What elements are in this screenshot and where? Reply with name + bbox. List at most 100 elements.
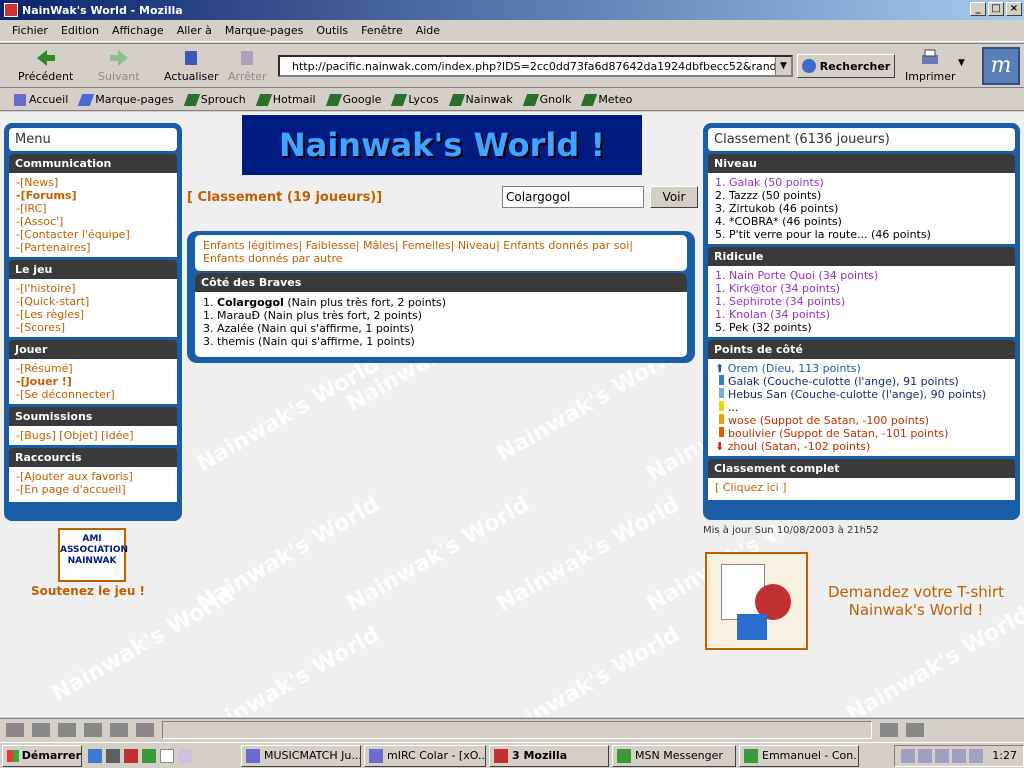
category-links-line1[interactable]: Enfants légitimes| Faiblesse| Mâles| Fem… [203,239,679,252]
link-regles[interactable]: -[Les règles] [16,308,170,321]
search-button[interactable]: Rechercher [797,54,895,78]
bookmark-meteo[interactable]: Meteo [581,93,632,106]
close-button[interactable]: × [1006,2,1022,16]
maximize-button[interactable]: □ [988,2,1004,16]
quicklaunch-icon[interactable] [124,748,138,763]
link-quick-start[interactable]: -[Quick-start] [16,295,170,308]
bookmark-nainwak[interactable]: Nainwak [448,93,513,106]
reload-button[interactable]: Actualiser [164,48,219,83]
classement-link[interactable]: [ Classement (19 joueurs)] [187,190,382,205]
link-bugs-objet-idee[interactable]: -[Bugs] [Objet] [Idée] [16,429,170,442]
link-contacter[interactable]: -[Contacter l'équipe] [16,228,170,241]
url-dropdown-button[interactable]: ▼ [775,57,791,75]
system-tray: 1:27 [894,744,1024,767]
section-ridicule: Ridicule [708,247,1015,266]
link-jouer[interactable]: -[Jouer !] [16,375,170,388]
tray-icon[interactable] [935,748,950,763]
banner: Nainwak's World ! [242,115,642,175]
bookmark-lycos[interactable]: Lycos [391,93,439,106]
menu-title: Menu [9,128,177,151]
support-link[interactable]: Soutenez le jeu ! [31,584,145,598]
task-musicmatch[interactable]: MUSICMATCH Ju... [241,744,361,767]
list-item[interactable]: 1. Nain Porte Quoi (34 points) [715,269,1008,282]
stop-button[interactable]: Arrêter [228,48,267,83]
quicklaunch-icon[interactable] [142,748,156,763]
print-button[interactable]: Imprimer [905,48,956,83]
tray-icon[interactable] [918,748,933,763]
list-item[interactable]: ⬇ zhoul (Satan, -102 points) [715,440,1008,453]
dom-inspector-icon[interactable] [136,723,154,737]
watermark: Nainwak's World [47,582,239,707]
link-irc[interactable]: -[IRC] [16,202,170,215]
list-item[interactable]: wose (Suppot de Satan, -100 points) [715,414,1008,427]
bookmark-marque-pages[interactable]: Marque-pages [78,93,174,106]
section-communication: Communication [9,154,177,173]
list-item[interactable]: 1. Knolan (34 points) [715,308,1008,321]
assoc-logo[interactable]: AMI ASSOCIATION NAINWAK [58,528,128,582]
windows-logo-icon [7,749,19,762]
menu-aller[interactable]: Aller à [177,24,212,37]
quicklaunch-icon[interactable] [178,748,192,763]
list-item[interactable]: 1. Sephirote (34 points) [715,295,1008,308]
category-links-line2[interactable]: Enfants donnés par autre [203,252,679,265]
quicklaunch-icon[interactable] [106,748,120,763]
link-forums[interactable]: -[Forums] [16,189,170,202]
ranking-panel: Enfants légitimes| Faiblesse| Mâles| Fem… [187,231,695,363]
back-button[interactable]: Précédent [18,48,73,83]
voir-button[interactable]: Voir [650,186,698,208]
start-button[interactable]: Démarrer [2,744,82,767]
player-search-input[interactable] [502,186,644,208]
bookmark-accueil[interactable]: Accueil [14,93,68,106]
task-emmanuel[interactable]: Emmanuel - Con... [739,744,859,767]
list-item[interactable]: ⬆ Orem (Dieu, 113 points) [715,362,1008,375]
irc-icon[interactable] [110,723,128,737]
updated-text: Mis à jour Sun 10/08/2003 à 21h52 [703,525,879,536]
list-item[interactable]: 1. Kirk@tor (34 points) [715,282,1008,295]
link-assoc[interactable]: -[Assoc'] [16,215,170,228]
tray-icon[interactable] [901,748,916,763]
list-item[interactable]: Galak (Couche-culotte (l'ange), 91 point… [715,375,1008,388]
tray-icon[interactable] [969,748,984,763]
print-dropdown-icon[interactable]: ▼ [958,58,965,68]
navigator-icon[interactable] [6,723,24,737]
forward-arrow-icon [109,50,128,66]
task-mirc[interactable]: mIRC Colar - [xO... [364,744,486,767]
link-deconnecter[interactable]: -[Se déconnecter] [16,388,170,401]
quicklaunch-icon[interactable] [160,748,174,763]
composer-icon[interactable] [58,723,76,737]
link-ajouter-favoris[interactable]: -[Ajouter aux favoris] [16,470,170,483]
menu-fichier[interactable]: Fichier [12,24,48,37]
task-msn[interactable]: MSN Messenger [612,744,736,767]
menu-outils[interactable]: Outils [316,24,348,37]
url-input[interactable]: http://pacific.nainwak.com/index.php?IDS… [278,55,793,77]
minimize-button[interactable]: _ [970,2,986,16]
menu-affichage[interactable]: Affichage [112,24,164,37]
menu-edition[interactable]: Edition [61,24,99,37]
link-histoire[interactable]: -[l'histoire] [16,282,170,295]
task-mozilla[interactable]: 3 Mozilla [489,744,609,767]
link-scores[interactable]: -[Scores] [16,321,170,334]
link-partenaires[interactable]: -[Partenaires] [16,241,170,254]
ie-icon[interactable] [88,748,102,763]
bookmark-google[interactable]: Google [325,93,381,106]
cliquez-ici-link[interactable]: [ Cliquez ici ] [715,481,1008,494]
bookmark-gnolk[interactable]: Gnolk [522,93,571,106]
mail-icon[interactable] [32,723,50,737]
addressbook-icon[interactable] [84,723,102,737]
list-item[interactable]: Hebus San (Couche-culotte (l'ange), 90 p… [715,388,1008,401]
forward-button[interactable]: Suivant [98,48,140,83]
list-item[interactable]: boulivier (Suppot de Satan, -101 points) [715,427,1008,440]
tshirt-offer[interactable]: Demandez votre T-shirt Nainwak's World ! [812,583,1020,619]
link-news[interactable]: -[News] [16,176,170,189]
link-page-accueil[interactable]: -[En page d'accueil] [16,483,170,496]
menu-marque-pages[interactable]: Marque-pages [225,24,303,37]
list-item[interactable]: 1. Galak (50 points) [715,176,1008,189]
bookmark-sprouch[interactable]: Sprouch [183,93,246,106]
tshirt-image[interactable] [705,552,808,650]
link-resume[interactable]: -[Résumé] [16,362,170,375]
clock[interactable]: 1:27 [992,749,1017,762]
menu-fenetre[interactable]: Fenêtre [361,24,403,37]
menu-aide[interactable]: Aide [416,24,440,37]
tray-icon[interactable] [952,748,967,763]
bookmark-hotmail[interactable]: Hotmail [255,93,316,106]
